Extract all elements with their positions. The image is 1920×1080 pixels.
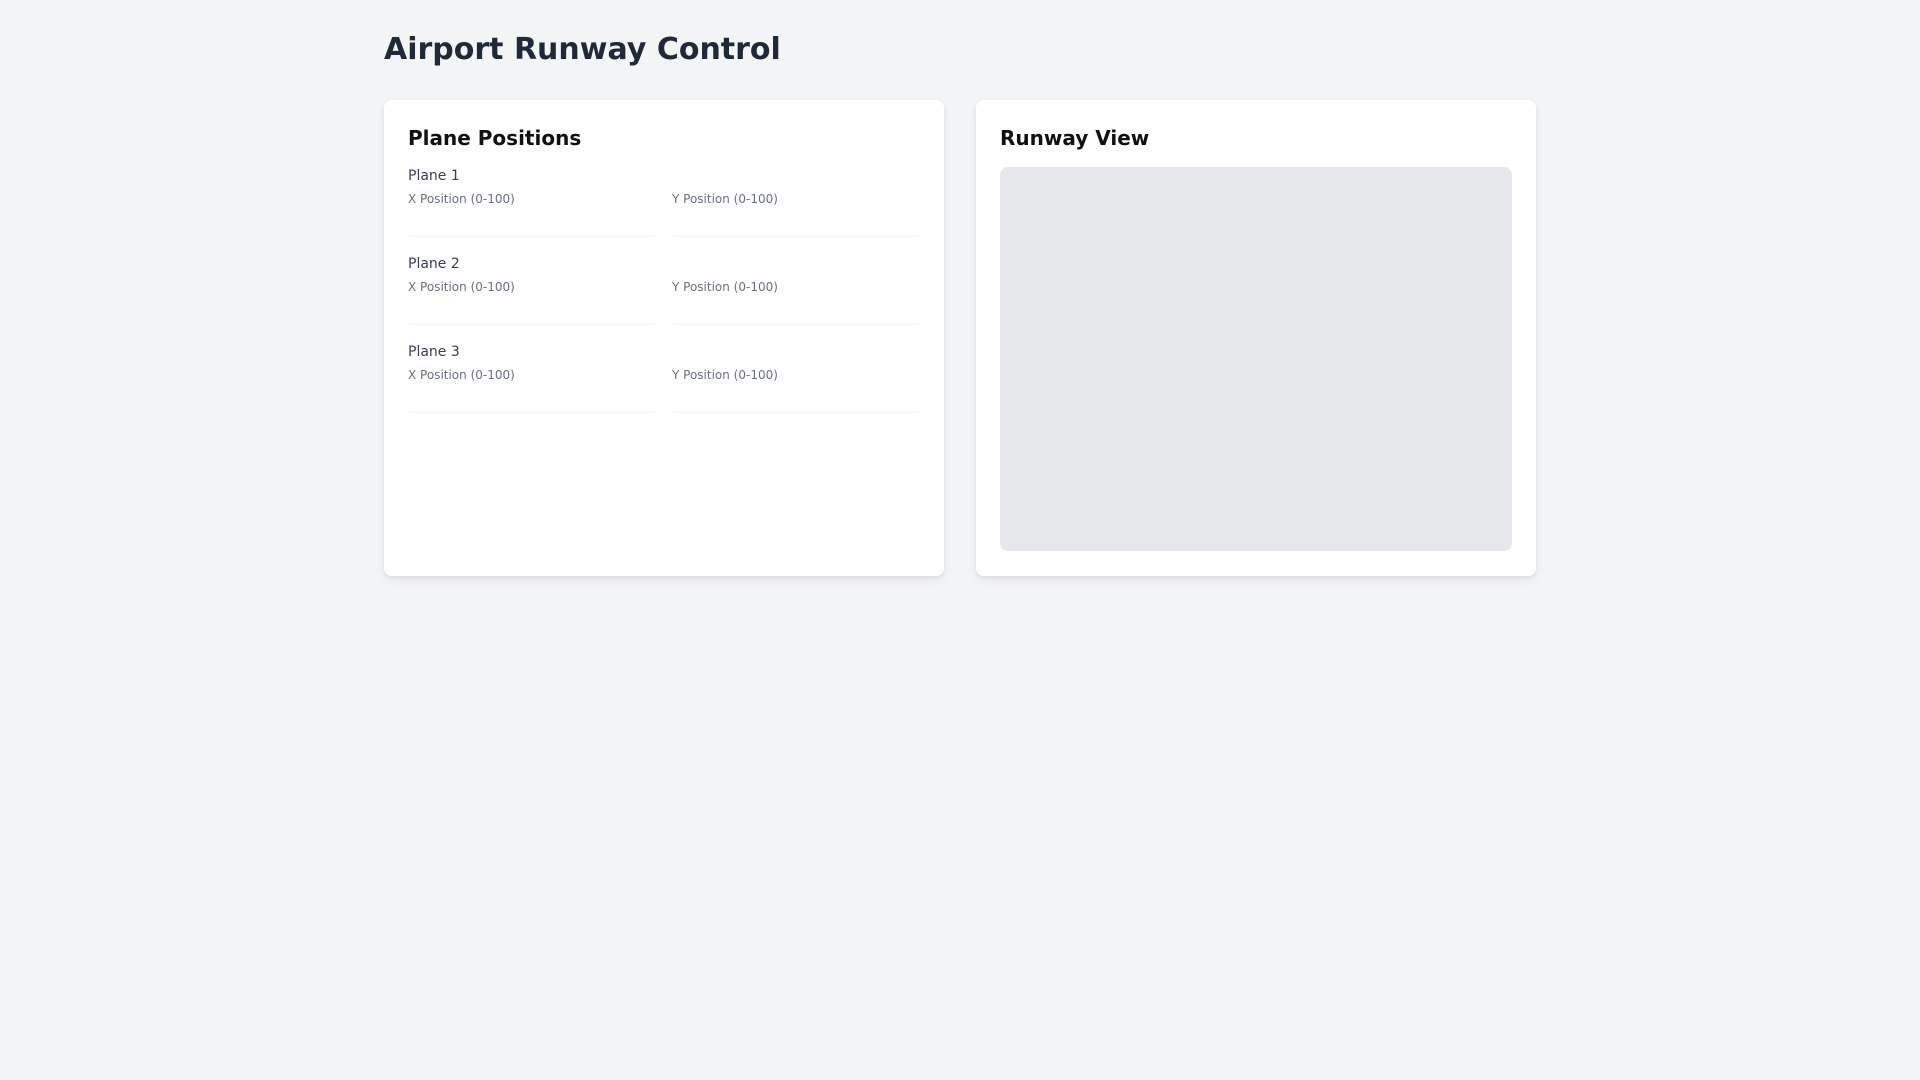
plane-1-fields: X Position (0-100) Y Position (0-100) <box>408 191 920 237</box>
main-columns: Plane Positions Plane 1 X Position (0-10… <box>384 100 1536 576</box>
plane-2-y-label: Y Position (0-100) <box>672 280 778 294</box>
plane-2-y-field: Y Position (0-100) <box>672 279 920 325</box>
runway-view-card: Runway View <box>976 100 1536 576</box>
plane-3-x-input[interactable] <box>408 387 656 413</box>
plane-1-y-field: Y Position (0-100) <box>672 191 920 237</box>
plane-1-label: Plane 1 <box>408 168 460 184</box>
plane-2-x-input[interactable] <box>408 299 656 325</box>
plane-3-group: Plane 3 X Position (0-100) Y Position (0… <box>408 343 920 413</box>
plane-positions-card: Plane Positions Plane 1 X Position (0-10… <box>384 100 944 576</box>
plane-3-x-label: X Position (0-100) <box>408 368 515 382</box>
plane-1-y-input[interactable] <box>672 211 920 237</box>
plane-2-y-input[interactable] <box>672 299 920 325</box>
plane-positions-title: Plane Positions <box>408 126 582 150</box>
plane-3-fields: X Position (0-100) Y Position (0-100) <box>408 367 920 413</box>
plane-1-x-label: X Position (0-100) <box>408 192 515 206</box>
plane-2-x-field: X Position (0-100) <box>408 279 656 325</box>
plane-2-x-label: X Position (0-100) <box>408 280 515 294</box>
plane-1-y-label: Y Position (0-100) <box>672 192 778 206</box>
plane-2-group: Plane 2 X Position (0-100) Y Position (0… <box>408 255 920 325</box>
app-root: Airport Runway Control Plane Positions P… <box>384 0 1536 576</box>
plane-3-label: Plane 3 <box>408 344 460 360</box>
plane-3-y-field: Y Position (0-100) <box>672 367 920 413</box>
plane-2-fields: X Position (0-100) Y Position (0-100) <box>408 279 920 325</box>
plane-1-x-field: X Position (0-100) <box>408 191 656 237</box>
runway-view-title: Runway View <box>1000 126 1150 150</box>
plane-3-y-input[interactable] <box>672 387 920 413</box>
page-title: Airport Runway Control <box>384 32 781 67</box>
plane-3-y-label: Y Position (0-100) <box>672 368 778 382</box>
runway-canvas[interactable] <box>1000 167 1512 551</box>
plane-2-label: Plane 2 <box>408 256 460 272</box>
plane-3-x-field: X Position (0-100) <box>408 367 656 413</box>
plane-1-x-input[interactable] <box>408 211 656 237</box>
plane-1-group: Plane 1 X Position (0-100) Y Position (0… <box>408 167 920 237</box>
